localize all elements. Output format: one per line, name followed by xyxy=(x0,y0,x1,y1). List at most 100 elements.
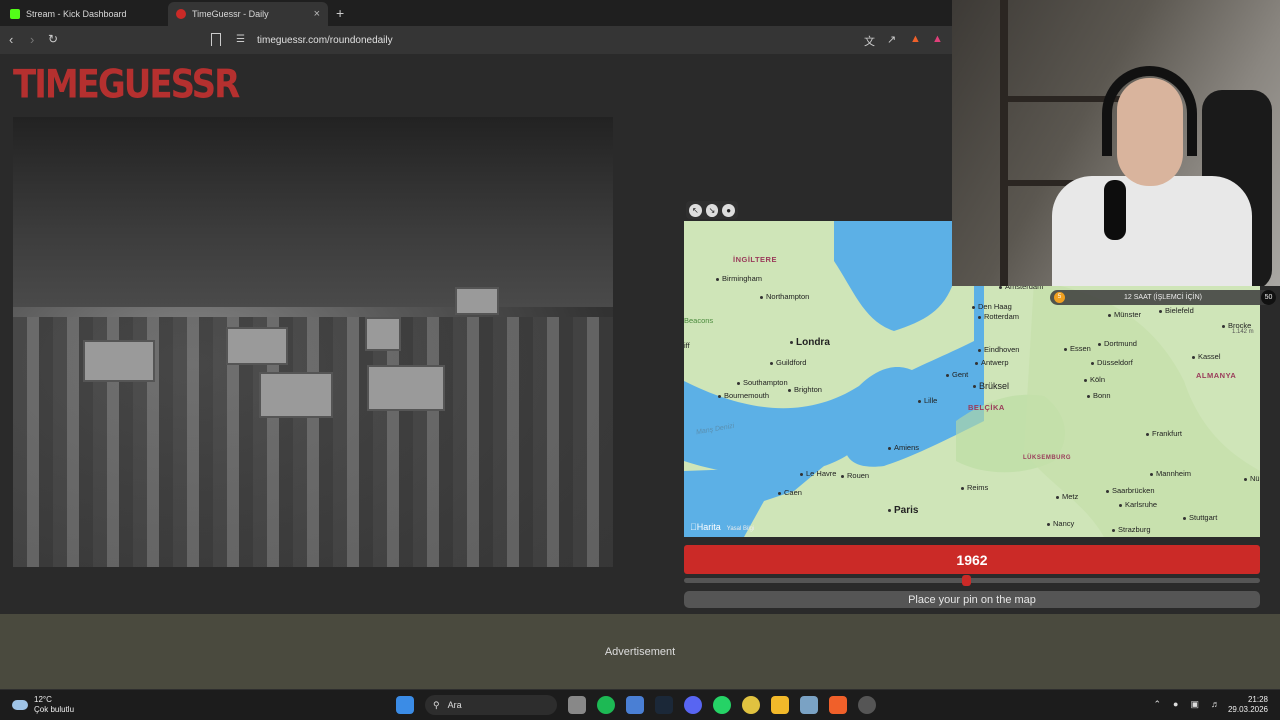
obs-icon[interactable] xyxy=(858,696,876,714)
map-label-city: Antwerp xyxy=(975,358,1009,367)
weather-widget[interactable]: 12°C Çok bulutlu xyxy=(12,695,74,715)
windows-taskbar: 12°C Çok bulutlu ⚲ Ara ⌃ ● ▣ ♬ 21:28 29.… xyxy=(0,689,1280,720)
map-label-city: Frankfurt xyxy=(1146,429,1182,438)
brave-rewards-icon[interactable]: ▲ xyxy=(932,33,943,45)
microphone-icon[interactable]: ● xyxy=(1173,699,1178,710)
tray-chevron-icon[interactable]: ⌃ xyxy=(1154,699,1162,710)
network-icon[interactable]: ▣ xyxy=(1190,699,1199,710)
map-label-city: Brighton xyxy=(788,385,822,394)
map-label-elevation: 1.142 m xyxy=(1232,329,1254,335)
brave-icon[interactable] xyxy=(829,696,847,714)
start-icon[interactable] xyxy=(396,696,414,714)
spotify-icon[interactable] xyxy=(597,696,615,714)
photo-basket xyxy=(83,340,155,382)
search-label: Ara xyxy=(447,700,462,710)
place-pin-button[interactable]: Place your pin on the map xyxy=(684,591,1260,608)
map-attribution: HaritaYasal Bilgi xyxy=(690,522,754,532)
map-label-country: LÜKSEMBURG xyxy=(1023,455,1071,461)
map-label-city: Guildford xyxy=(770,358,806,367)
photo-basket xyxy=(365,317,401,351)
chrome-icon[interactable] xyxy=(742,696,760,714)
taskbar-search[interactable]: ⚲ Ara xyxy=(425,695,557,715)
taskbar-apps: ⚲ Ara xyxy=(396,695,876,715)
bookmark-icon[interactable] xyxy=(211,33,221,46)
timeguessr-favicon-icon xyxy=(176,9,186,19)
map-label-city: Bielefeld xyxy=(1159,306,1194,315)
map-label-city: Bournemouth xyxy=(718,391,769,400)
map-label-city: Rotterdam xyxy=(978,312,1019,321)
map-label-city: Londra xyxy=(790,337,830,348)
map-label-city: Lille xyxy=(918,396,937,405)
map-label-city: Stuttgart xyxy=(1183,513,1217,522)
map-label-city: Brüksel xyxy=(973,381,1009,391)
forward-icon[interactable]: › xyxy=(30,32,34,47)
store-icon[interactable] xyxy=(626,696,644,714)
taskbar-clock[interactable]: 21:28 29.03.2026 xyxy=(1228,695,1268,715)
map-label-city: Düsseldorf xyxy=(1091,358,1133,367)
map-label-city: Dortmund xyxy=(1098,339,1137,348)
reload-icon[interactable]: ↻ xyxy=(48,32,58,46)
clock-date: 29.03.2026 xyxy=(1227,705,1268,714)
map-label-city: Münster xyxy=(1108,310,1141,319)
shrink-map-icon[interactable]: ↘ xyxy=(705,203,719,217)
map-label-country: İNGİLTERE xyxy=(733,255,777,264)
map-label-city: Kassel xyxy=(1192,352,1221,361)
map-label-city: Metz xyxy=(1056,492,1078,501)
year-display: 1962 xyxy=(684,545,1260,574)
map-label-city: Birmingham xyxy=(716,274,762,283)
map-label-city: Gent xyxy=(946,370,968,379)
map-label-city: Southampton xyxy=(737,378,788,387)
map-label-city: Amiens xyxy=(888,443,919,452)
pin-map-icon[interactable]: ● xyxy=(722,203,736,217)
new-tab-button[interactable]: + xyxy=(336,5,344,21)
map-label-city: Mannheim xyxy=(1150,469,1191,478)
photo-basket xyxy=(367,365,445,411)
map-legal-link[interactable]: Yasal Bilgi xyxy=(727,526,755,532)
map-label-city: Paris xyxy=(888,505,918,516)
map-label-city: Strazburg xyxy=(1112,525,1151,534)
browser-toolbar: ‹ › ↻ ☰ timeguessr.com/roundonedaily 文 ↗… xyxy=(0,26,952,54)
translate-icon[interactable]: 文 xyxy=(864,33,875,49)
steam-icon[interactable] xyxy=(655,696,673,714)
year-slider-track[interactable] xyxy=(684,578,1260,583)
map-label-city: Essen xyxy=(1064,344,1091,353)
browser-tab-bar: Stream - Kick Dashboard TimeGuessr - Dai… xyxy=(0,0,952,26)
map-label-city: Reims xyxy=(961,483,988,492)
map-label-city: Eindhoven xyxy=(978,345,1019,354)
headphones xyxy=(1102,66,1197,156)
stream-goal-label: 12 SAAT (İŞLEMCİ İÇİN) xyxy=(1124,294,1202,301)
share-icon[interactable]: ↗ xyxy=(887,33,896,46)
streamer-shirt xyxy=(1052,176,1252,286)
site-logo[interactable]: TIMEGUESSR xyxy=(13,62,240,108)
stream-goal-count: 50 xyxy=(1261,290,1276,305)
temperature: 12°C xyxy=(34,695,52,704)
cloud-icon xyxy=(12,700,28,710)
map-label-city: Nancy xyxy=(1047,519,1074,528)
site-settings-icon[interactable]: ☰ xyxy=(236,34,245,45)
weather-text: Çok bulutlu xyxy=(34,705,75,714)
expand-map-icon[interactable]: ↖ xyxy=(689,203,702,217)
guess-photo xyxy=(13,117,613,567)
advertisement-area: Advertisement xyxy=(0,614,1280,689)
tab-timeguessr[interactable]: TimeGuessr - Daily × xyxy=(168,2,328,26)
tab-label: Stream - Kick Dashboard xyxy=(26,9,127,19)
year-slider-thumb[interactable] xyxy=(962,575,971,586)
map-label-city: Le Havre xyxy=(800,469,836,478)
map-label-city: Caen xyxy=(778,488,802,497)
brave-shields-icon[interactable]: ▲ xyxy=(910,33,921,45)
photo-trees xyxy=(13,117,613,307)
map-label-country: BELÇİKA xyxy=(968,403,1005,412)
back-icon[interactable]: ‹ xyxy=(9,32,13,47)
tab-kick-dashboard[interactable]: Stream - Kick Dashboard xyxy=(2,2,168,26)
volume-icon[interactable]: ♬ xyxy=(1211,699,1220,710)
map-label-city: Saarbrücken xyxy=(1106,486,1155,495)
app-icon[interactable] xyxy=(800,696,818,714)
whatsapp-icon[interactable] xyxy=(713,696,731,714)
address-bar[interactable]: timeguessr.com/roundonedaily xyxy=(257,35,393,46)
close-tab-icon[interactable]: × xyxy=(314,8,320,20)
file-explorer-icon[interactable] xyxy=(771,696,789,714)
webcam-overlay xyxy=(952,0,1280,286)
task-view-icon[interactable] xyxy=(568,696,586,714)
map-label-city: Bonn xyxy=(1087,391,1111,400)
discord-icon[interactable] xyxy=(684,696,702,714)
